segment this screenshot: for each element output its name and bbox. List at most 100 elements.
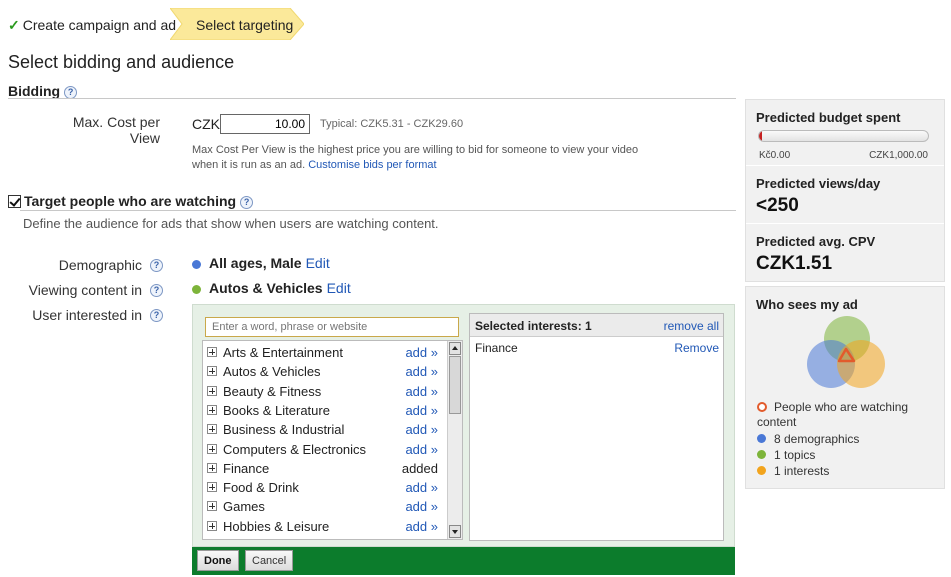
- divider: [8, 98, 736, 99]
- budget-progress-fill: [759, 131, 763, 141]
- cpv-help-text: Max Cost Per View is the highest price y…: [192, 144, 639, 171]
- cpv-title: Predicted avg. CPV: [756, 234, 876, 249]
- add-category-link[interactable]: add »: [405, 442, 438, 457]
- expand-plus-icon[interactable]: [207, 520, 217, 531]
- help-icon[interactable]: ?: [150, 309, 163, 322]
- interests-circle: [837, 340, 885, 388]
- expand-plus-icon[interactable]: [207, 366, 217, 377]
- add-category-link[interactable]: add »: [405, 499, 438, 514]
- page-title: Select bidding and audience: [8, 52, 235, 72]
- expand-plus-icon[interactable]: [207, 501, 217, 512]
- category-row[interactable]: Games add »: [203, 498, 448, 517]
- views-title: Predicted views/day: [756, 176, 881, 191]
- customise-bids-link[interactable]: Customise bids per format: [308, 159, 436, 171]
- step-breadcrumb: ✓ Create campaign and ad Select targeting: [0, 8, 320, 40]
- add-category-link[interactable]: add »: [405, 480, 438, 495]
- cancel-button[interactable]: Cancel: [245, 550, 294, 571]
- category-name: Hobbies & Leisure: [223, 518, 330, 534]
- cpv-box: Predicted avg. CPV CZK1.51: [746, 224, 944, 282]
- list-scrollbar[interactable]: [447, 341, 462, 539]
- category-name: Finance: [223, 460, 270, 476]
- scroll-up-icon[interactable]: [449, 342, 461, 355]
- expand-plus-icon[interactable]: [207, 424, 217, 435]
- budget-max: CZK1,000.00: [869, 150, 928, 161]
- help-icon[interactable]: ?: [64, 85, 78, 99]
- category-row[interactable]: Hobbies & Leisure add »: [203, 518, 448, 537]
- add-category-link[interactable]: add »: [405, 422, 438, 437]
- selected-interest-row: Finance Remove: [475, 341, 719, 355]
- step-select-targeting: Select targeting: [170, 8, 304, 40]
- add-category-link[interactable]: add »: [405, 403, 438, 418]
- target-heading: Target people who are watching?: [24, 193, 254, 209]
- done-button[interactable]: Done: [197, 550, 239, 571]
- remove-all-link[interactable]: remove all: [664, 319, 719, 333]
- selected-interests-panel: Selected interests: 1 remove all Finance…: [469, 313, 724, 541]
- add-category-link[interactable]: add »: [405, 345, 438, 360]
- checkmark-icon: ✓: [8, 17, 20, 33]
- category-name: Beauty & Fitness: [223, 383, 322, 399]
- interest-category-list: Arts & Entertainment add » Autos & Vehicle…: [202, 340, 463, 540]
- expand-plus-icon[interactable]: [207, 347, 217, 357]
- category-row[interactable]: Arts & Entertainment add »: [203, 344, 448, 363]
- selected-interests-title: Selected interests: 1: [475, 319, 592, 333]
- add-category-link[interactable]: add »: [405, 384, 438, 399]
- category-row[interactable]: Business & Industrial add »: [203, 421, 448, 440]
- category-name: Games: [223, 499, 265, 515]
- category-row[interactable]: Books & Literature add »: [203, 402, 448, 421]
- audience-venn-diagram: [807, 316, 885, 388]
- legend-demographics: 8 demographics: [757, 432, 859, 447]
- currency-label: CZK: [192, 116, 220, 132]
- expand-plus-icon[interactable]: [207, 385, 217, 396]
- category-row[interactable]: Computers & Electronics add »: [203, 441, 448, 460]
- interest-search-input[interactable]: [205, 317, 459, 337]
- remove-interest-link[interactable]: Remove: [674, 341, 719, 355]
- divider: [20, 210, 736, 211]
- category-name: Arts & Entertainment: [223, 345, 343, 360]
- max-cpv-label: Max. Cost per View: [72, 114, 160, 146]
- cpv-value: CZK1.51: [756, 253, 833, 274]
- category-name: Computers & Electronics: [223, 441, 367, 457]
- category-row[interactable]: Beauty & Fitness add »: [203, 383, 448, 402]
- predictions-panel: Predicted budget spent Kč0.00 CZK1,000.0…: [745, 99, 945, 282]
- expand-plus-icon[interactable]: [207, 482, 217, 493]
- budget-min: Kč0.00: [759, 150, 791, 161]
- interested-label: User interested in: [32, 307, 142, 323]
- scroll-down-icon[interactable]: [449, 525, 461, 538]
- category-name: Food & Drink: [223, 480, 299, 496]
- viewing-criteria: Autos & Vehicles Edit: [192, 280, 351, 296]
- added-status: added: [401, 460, 438, 476]
- expand-plus-icon[interactable]: [207, 443, 217, 454]
- step-create-campaign[interactable]: ✓ Create campaign and ad: [8, 17, 176, 34]
- topics-dot-icon: [757, 450, 766, 459]
- ring-icon: [757, 402, 767, 412]
- category-row[interactable]: Finance added: [203, 460, 448, 479]
- budget-progress-bar: [758, 130, 929, 142]
- target-watching-checkbox[interactable]: [8, 195, 21, 208]
- demographic-criteria: All ages, Male Edit: [192, 255, 330, 271]
- category-row[interactable]: Food & Drink add »: [203, 479, 448, 498]
- demographic-dot-icon: [757, 434, 766, 443]
- legend-topics: 1 topics: [757, 448, 815, 463]
- edit-viewing-link[interactable]: Edit: [327, 280, 351, 296]
- add-category-link[interactable]: add »: [405, 364, 438, 379]
- expand-plus-icon[interactable]: [207, 404, 217, 415]
- max-cpv-input[interactable]: [220, 114, 310, 134]
- category-name: Books & Literature: [223, 402, 330, 418]
- views-box: Predicted views/day <250: [746, 166, 944, 224]
- help-icon[interactable]: ?: [150, 259, 163, 272]
- legend-watching: People who are watching content: [757, 400, 909, 429]
- budget-title: Predicted budget spent: [756, 110, 901, 125]
- help-icon[interactable]: ?: [240, 195, 254, 209]
- add-category-link[interactable]: add »: [405, 519, 438, 534]
- edit-demographic-link[interactable]: Edit: [306, 255, 330, 271]
- demographic-label: Demographic: [58, 257, 142, 273]
- selected-interests-header: Selected interests: 1 remove all: [470, 314, 723, 337]
- help-icon[interactable]: ?: [150, 284, 163, 297]
- expand-plus-icon[interactable]: [207, 462, 217, 473]
- legend-interests: 1 interests: [757, 464, 829, 479]
- viewing-label: Viewing content in: [28, 282, 142, 298]
- topics-dot-icon: [192, 284, 201, 294]
- typical-range: Typical: CZK5.31 - CZK29.60: [320, 118, 464, 130]
- scroll-thumb[interactable]: [449, 356, 461, 414]
- category-row[interactable]: Autos & Vehicles add »: [203, 363, 448, 382]
